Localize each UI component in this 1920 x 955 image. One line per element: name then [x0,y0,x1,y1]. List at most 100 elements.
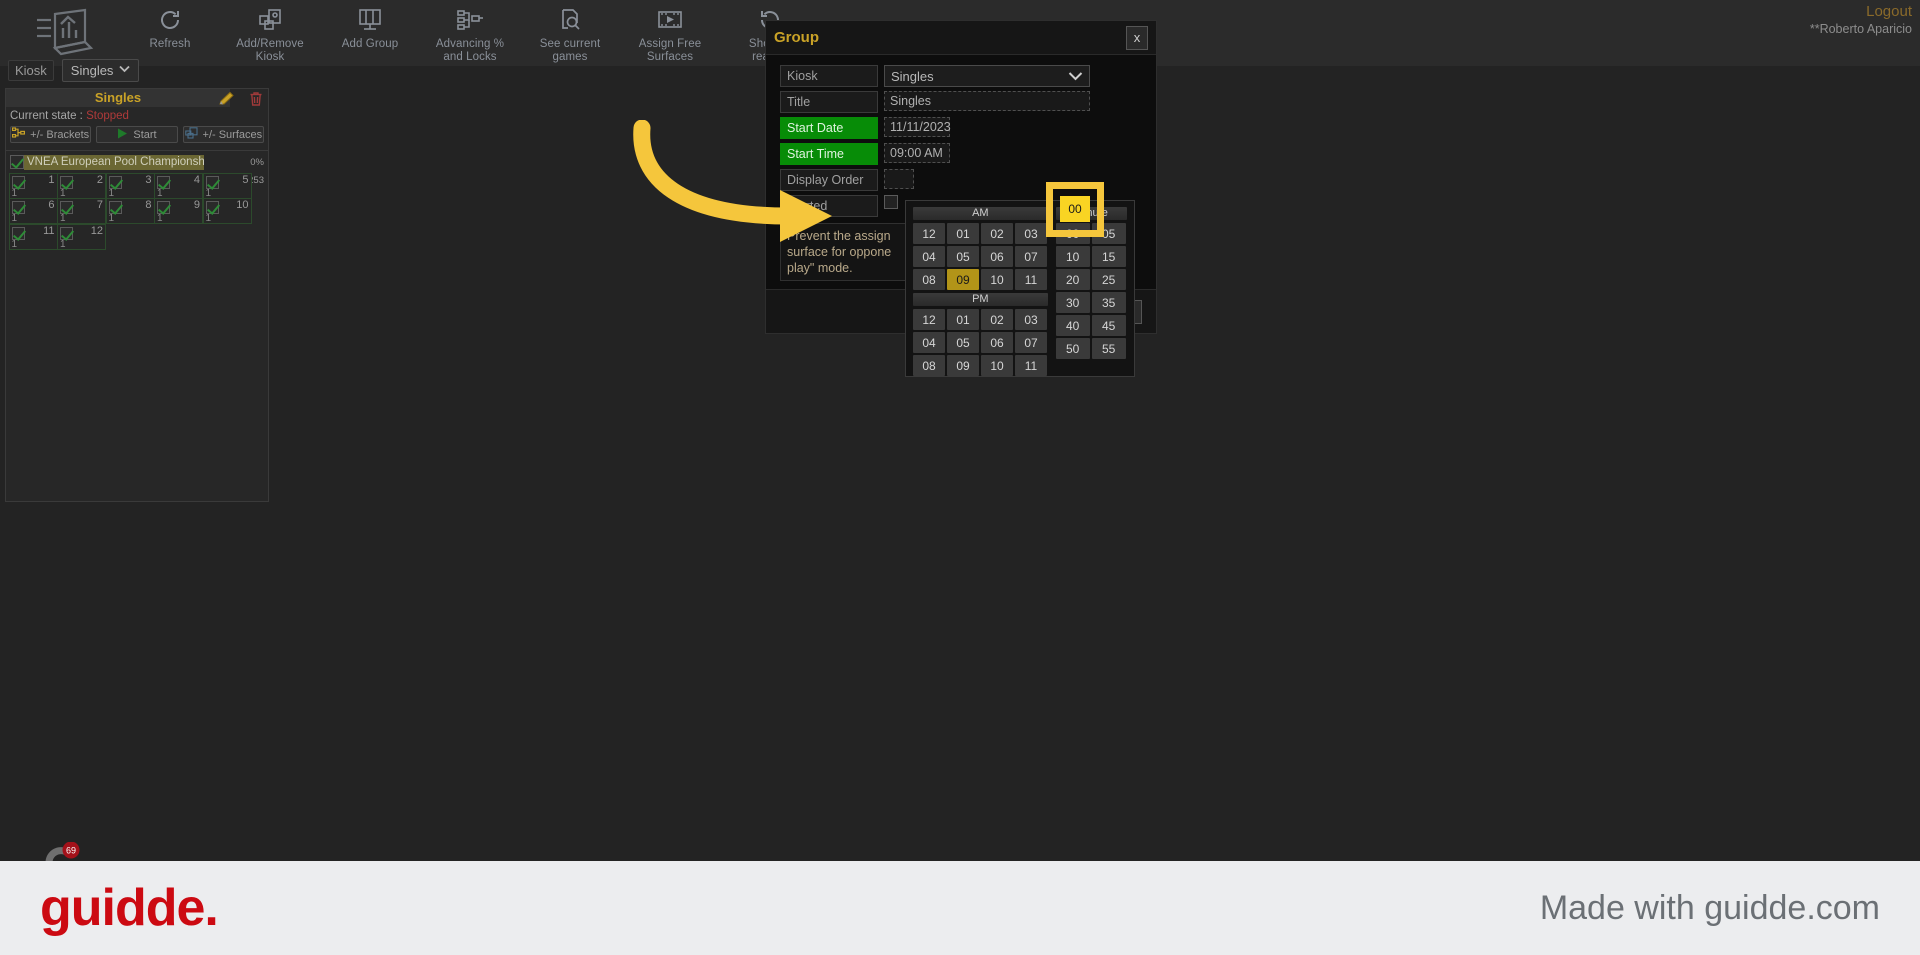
assign-free-surfaces-icon [657,5,683,35]
hour-cell[interactable]: 11 [1015,269,1047,290]
hour-cell[interactable]: 07 [1015,246,1047,267]
display-order-field-control [884,169,914,191]
hour-cell[interactable]: 06 [981,332,1013,353]
hour-cell[interactable]: 05 [947,246,979,267]
surfaces-icon [184,127,198,142]
bracket-cell[interactable]: 1 1 [8,172,58,199]
toolbar-advancing-locks-button[interactable]: Advancing % and Locks [420,0,520,66]
bracket-cell[interactable]: 3 1 [105,172,155,199]
hour-cell[interactable]: 09 [947,355,979,376]
badge-count: 69 [66,846,76,856]
toolbar-add-group-button[interactable]: Add Group [320,0,420,66]
hour-cell[interactable]: 02 [981,309,1013,330]
bracket-sub: 1 [205,187,212,199]
hour-cell[interactable]: 10 [981,355,1013,376]
title-field-label: Title [780,91,878,113]
started-field-control [884,195,898,217]
hour-cell[interactable]: 06 [981,246,1013,267]
hour-cell[interactable]: 05 [947,332,979,353]
display-order-input[interactable] [884,169,914,189]
minute-cell[interactable]: 00 [1055,223,1090,244]
bracket-cell[interactable]: 7 1 [57,198,106,224]
start-time-field-control: 09:00 AM [884,143,950,165]
event-checkbox[interactable] [10,155,24,169]
bracket-sub: 1 [11,213,18,224]
kiosk-select[interactable]: Singles [884,65,1090,87]
kiosk-filter-select[interactable]: Singles [61,58,140,82]
toolbar-see-current-games-button[interactable]: See current games [520,0,620,66]
minute-cell[interactable]: 55 [1091,338,1126,359]
hour-cell[interactable]: 08 [913,269,945,290]
toolbar-add-remove-kiosk-button[interactable]: Add/Remove Kiosk [220,0,320,66]
close-icon[interactable]: x [1126,25,1148,50]
bracket-cell[interactable]: 2 1 [57,172,106,199]
hour-cell[interactable]: 04 [913,332,945,353]
minute-cell[interactable]: 05 [1091,223,1126,244]
hour-cell-selected[interactable]: 09 [947,269,979,290]
started-checkbox[interactable] [884,195,898,209]
bracket-sub: 1 [60,187,66,199]
minute-cell[interactable]: 15 [1091,246,1126,267]
am-hour-grid: 12 01 02 03 04 05 06 07 08 09 10 11 [913,223,1048,290]
minute-cell[interactable]: 45 [1091,315,1126,336]
start-time-input[interactable]: 09:00 AM [884,143,950,163]
app-logo [0,0,120,66]
minute-cell[interactable]: 25 [1091,269,1126,290]
current-user-name: **Roberto Aparicio [1809,22,1912,36]
surfaces-button[interactable]: +/- Surfaces [182,126,264,143]
bracket-cell[interactable]: 5 1 [202,172,252,199]
bracket-cell[interactable]: 11 1 [8,223,58,250]
hour-cell[interactable]: 03 [1015,309,1047,330]
bracket-cell[interactable]: 9 1 [154,198,203,224]
logout-button[interactable]: Logout [1810,2,1912,21]
hour-cell[interactable]: 11 [1015,355,1047,376]
hour-cell[interactable]: 12 [913,309,945,330]
toolbar-refresh-button[interactable]: Refresh [120,0,220,66]
guidde-footer: guidde. Made with guidde.com [0,861,1920,955]
hour-cell[interactable]: 03 [1015,223,1047,244]
bracket-cell[interactable]: 6 1 [8,198,58,224]
toolbar-assign-free-surfaces-button[interactable]: Assign Free Surfaces [620,0,720,66]
minute-column: Minute 00 05 10 15 20 25 30 35 40 45 50 … [1055,207,1127,370]
group-dialog-title: Group [774,29,819,46]
group-panel-title: Singles [6,89,230,107]
hour-cell[interactable]: 01 [947,309,979,330]
bracket-sub: 1 [205,213,212,224]
minute-cell[interactable]: 20 [1055,269,1090,290]
hour-cell[interactable]: 04 [913,246,945,267]
hour-cell[interactable]: 10 [981,269,1013,290]
am-header: AM [913,207,1048,220]
hour-cell[interactable]: 08 [913,355,945,376]
group-panel-actions [218,91,264,112]
hour-cell[interactable]: 01 [947,223,979,244]
hour-cell[interactable]: 02 [981,223,1013,244]
toolbar-advancing-locks-label: Advancing % and Locks [435,38,505,63]
title-input[interactable]: Singles [884,91,1090,111]
start-time-field-label: Start Time [780,143,878,165]
time-picker-dropdown: AM 12 01 02 03 04 05 06 07 08 09 10 11 P… [905,200,1135,377]
edit-pencil-icon[interactable] [218,91,236,112]
minute-grid: 00 05 10 15 20 25 30 35 40 45 50 55 [1055,223,1127,359]
bracket-cell[interactable]: 12 1 [57,223,106,250]
bracket-cell[interactable]: 8 1 [105,198,155,224]
bracket-cell[interactable]: 4 1 [154,172,203,199]
highlighted-minute-cell[interactable]: 00 [1060,196,1090,222]
start-date-input[interactable]: 11/11/2023 [884,117,951,137]
start-button[interactable]: Start [96,126,178,143]
brackets-icon [12,127,26,142]
minute-cell[interactable]: 30 [1055,292,1090,313]
brackets-button[interactable]: +/- Brackets [10,126,92,143]
hour-cell[interactable]: 12 [913,223,945,244]
minute-cell[interactable]: 50 [1055,338,1090,359]
bracket-cell[interactable]: 10 1 [202,198,252,224]
bracket-sub: 1 [60,213,66,224]
hour-cell[interactable]: 07 [1015,332,1047,353]
bracket-grid: 1 1 2 1 3 1 4 1 5 1 6 1 7 1 8 1 9 1 10 1… [8,172,259,250]
account-block: Logout **Roberto Aparicio [1810,2,1912,37]
event-row[interactable]: VNEA European Pool Championships 202 0% … [10,154,264,186]
minute-cell[interactable]: 35 [1091,292,1126,313]
minute-cell[interactable]: 10 [1055,246,1090,267]
start-button-label: Start [133,128,157,141]
minute-cell[interactable]: 40 [1055,315,1090,336]
delete-trash-icon[interactable] [248,91,264,112]
